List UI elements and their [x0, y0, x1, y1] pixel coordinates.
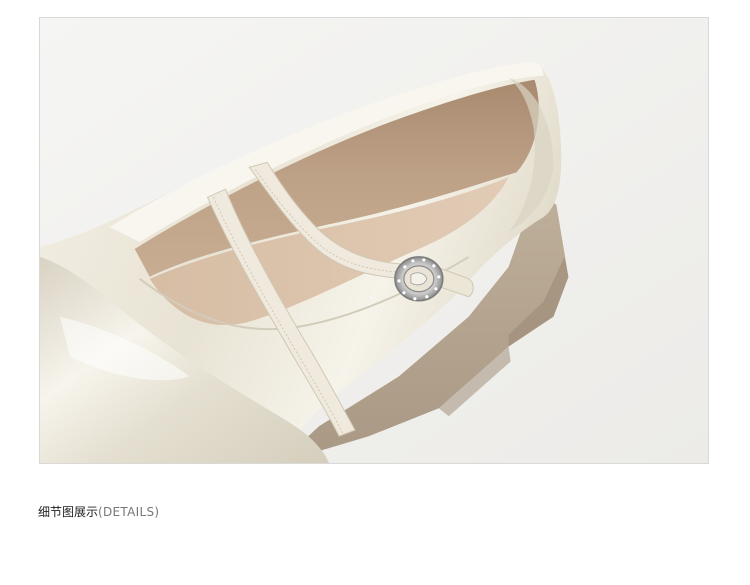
rhinestone-buckle: [394, 256, 444, 302]
caption-english: (DETAILS): [98, 505, 160, 519]
caption-chinese: 细节图展示: [38, 505, 99, 519]
product-detail-photo: [39, 17, 709, 464]
detail-caption: 细节图展示(DETAILS): [38, 504, 159, 520]
shoe-detail-illustration: [40, 18, 708, 463]
